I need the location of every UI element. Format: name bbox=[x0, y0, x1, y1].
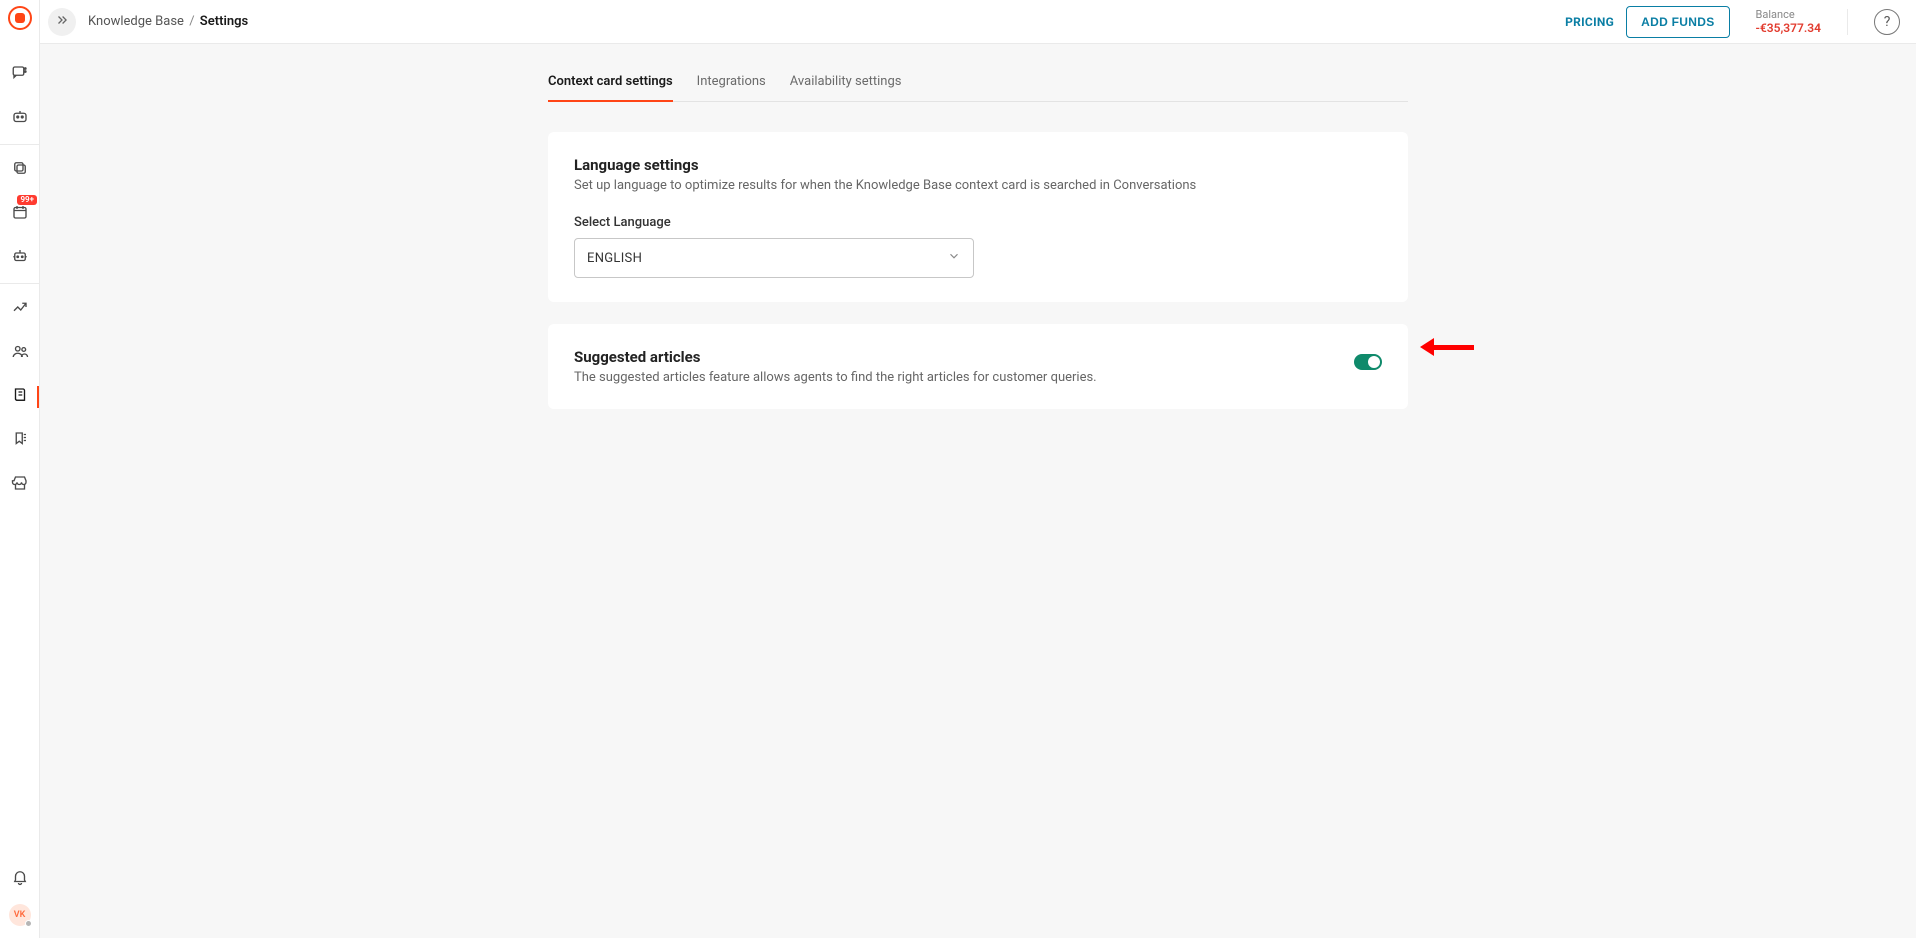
balance-value: -€35,377.34 bbox=[1756, 21, 1821, 35]
user-avatar[interactable]: VK bbox=[9, 904, 31, 926]
language-settings-card: Language settings Set up language to opt… bbox=[548, 132, 1408, 302]
balance-label: Balance bbox=[1756, 8, 1821, 21]
tab-context-card-settings[interactable]: Context card settings bbox=[548, 66, 673, 101]
annotation-arrow bbox=[1420, 338, 1474, 356]
pricing-link[interactable]: PRICING bbox=[1565, 15, 1614, 29]
bell-icon bbox=[11, 868, 29, 890]
suggested-articles-toggle[interactable] bbox=[1354, 354, 1382, 370]
nav-copy[interactable] bbox=[0, 155, 39, 185]
tab-integrations[interactable]: Integrations bbox=[697, 66, 766, 101]
main-area: Knowledge Base / Settings PRICING ADD FU… bbox=[40, 0, 1916, 938]
book-icon bbox=[11, 386, 29, 408]
language-card-title: Language settings bbox=[574, 156, 1382, 174]
help-icon: ? bbox=[1884, 14, 1891, 30]
language-select[interactable]: ENGLISH bbox=[574, 238, 974, 278]
presence-dot-icon bbox=[25, 920, 32, 927]
chat-icon bbox=[11, 64, 29, 86]
bot-icon bbox=[11, 108, 29, 130]
tab-availability-settings[interactable]: Availability settings bbox=[790, 66, 902, 101]
suggested-card-subtitle: The suggested articles feature allows ag… bbox=[574, 370, 1097, 385]
copy-icon bbox=[11, 159, 29, 181]
bookmark-list-icon bbox=[11, 430, 29, 452]
balance-block: Balance -€35,377.34 bbox=[1756, 8, 1821, 36]
arrow-left-icon bbox=[1420, 338, 1434, 356]
nav-templates[interactable] bbox=[0, 426, 39, 456]
nav-calendar[interactable]: 99+ bbox=[0, 199, 39, 229]
nav-conversations[interactable] bbox=[0, 60, 39, 90]
chevron-double-right-icon bbox=[55, 12, 69, 31]
robot-icon bbox=[11, 247, 29, 269]
badge-count: 99+ bbox=[17, 195, 37, 205]
breadcrumb-parent[interactable]: Knowledge Base bbox=[88, 14, 184, 29]
topbar: Knowledge Base / Settings PRICING ADD FU… bbox=[40, 0, 1916, 44]
nav-automation[interactable] bbox=[0, 243, 39, 273]
nav-store[interactable] bbox=[0, 470, 39, 500]
breadcrumb: Knowledge Base / Settings bbox=[88, 14, 248, 29]
expand-sidebar-button[interactable] bbox=[48, 8, 76, 36]
left-rail: 99+ bbox=[0, 0, 40, 938]
nav-team[interactable] bbox=[0, 338, 39, 368]
nav-notifications[interactable] bbox=[9, 864, 31, 894]
language-select-value: ENGLISH bbox=[587, 251, 642, 266]
nav-bots[interactable] bbox=[0, 104, 39, 134]
content-scroll: Context card settings Integrations Avail… bbox=[40, 44, 1916, 938]
language-card-subtitle: Set up language to optimize results for … bbox=[574, 178, 1382, 193]
divider bbox=[1847, 9, 1848, 35]
toggle-knob-icon bbox=[1368, 356, 1380, 368]
calendar-icon bbox=[11, 203, 29, 225]
brand-logo[interactable] bbox=[8, 6, 32, 30]
chevron-down-icon bbox=[947, 249, 961, 267]
nav-analytics[interactable] bbox=[0, 294, 39, 324]
settings-tabs: Context card settings Integrations Avail… bbox=[548, 66, 1408, 102]
avatar-initials: VK bbox=[14, 910, 26, 920]
add-funds-button[interactable]: ADD FUNDS bbox=[1626, 6, 1729, 38]
analytics-icon bbox=[11, 298, 29, 320]
arrow-line-icon bbox=[1434, 345, 1474, 350]
team-icon bbox=[11, 342, 29, 364]
breadcrumb-sep: / bbox=[189, 14, 198, 29]
suggested-card-title: Suggested articles bbox=[574, 348, 1097, 366]
help-button[interactable]: ? bbox=[1874, 9, 1900, 35]
store-icon bbox=[11, 474, 29, 496]
nav-knowledge-base[interactable] bbox=[0, 382, 39, 412]
suggested-articles-card: Suggested articles The suggested article… bbox=[548, 324, 1408, 409]
language-field-label: Select Language bbox=[574, 215, 1382, 230]
breadcrumb-current: Settings bbox=[200, 14, 248, 29]
